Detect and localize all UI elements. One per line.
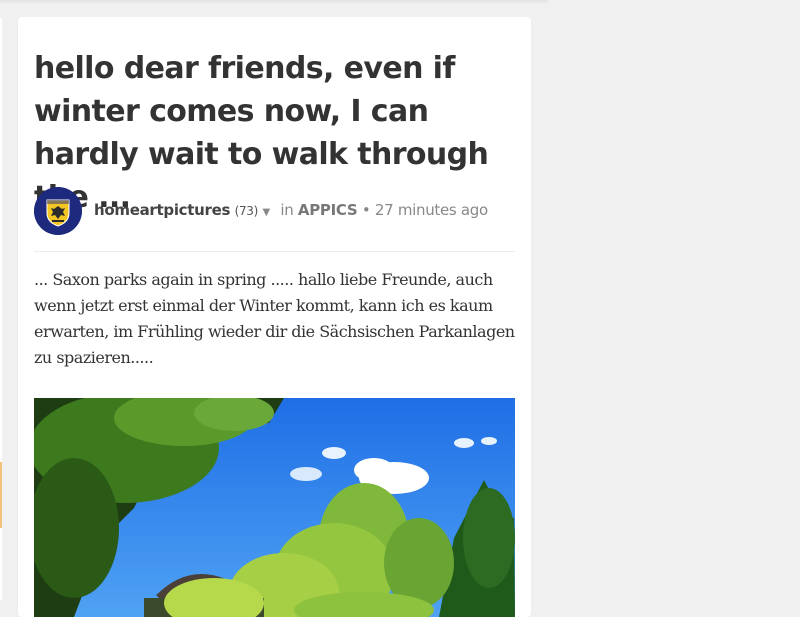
header-shadow — [0, 0, 548, 4]
coat-of-arms-icon — [34, 187, 82, 235]
post-timestamp[interactable]: 27 minutes ago — [375, 201, 488, 219]
left-sidebar-edge — [0, 18, 2, 600]
author-name[interactable]: homeartpictures — [94, 201, 230, 219]
in-label: in — [280, 201, 294, 219]
post-body: ... Saxon parks again in spring ..... ha… — [34, 270, 515, 367]
sidebar-accent — [0, 462, 2, 528]
author-reputation: (73) — [234, 204, 259, 218]
author-avatar[interactable] — [34, 187, 82, 235]
park-photo — [34, 398, 515, 617]
post-card: hello dear friends, even if winter comes… — [18, 17, 531, 617]
community-link[interactable]: APPICS — [298, 201, 358, 219]
post-image[interactable] — [34, 398, 515, 617]
meta-separator: • — [361, 201, 371, 219]
post-meta-row: homeartpictures (73) ▼ in APPICS • 27 mi… — [34, 187, 515, 235]
post-meta: homeartpictures (73) ▼ in APPICS • 27 mi… — [94, 201, 488, 219]
caret-down-icon[interactable]: ▼ — [262, 207, 270, 218]
divider — [34, 251, 515, 252]
